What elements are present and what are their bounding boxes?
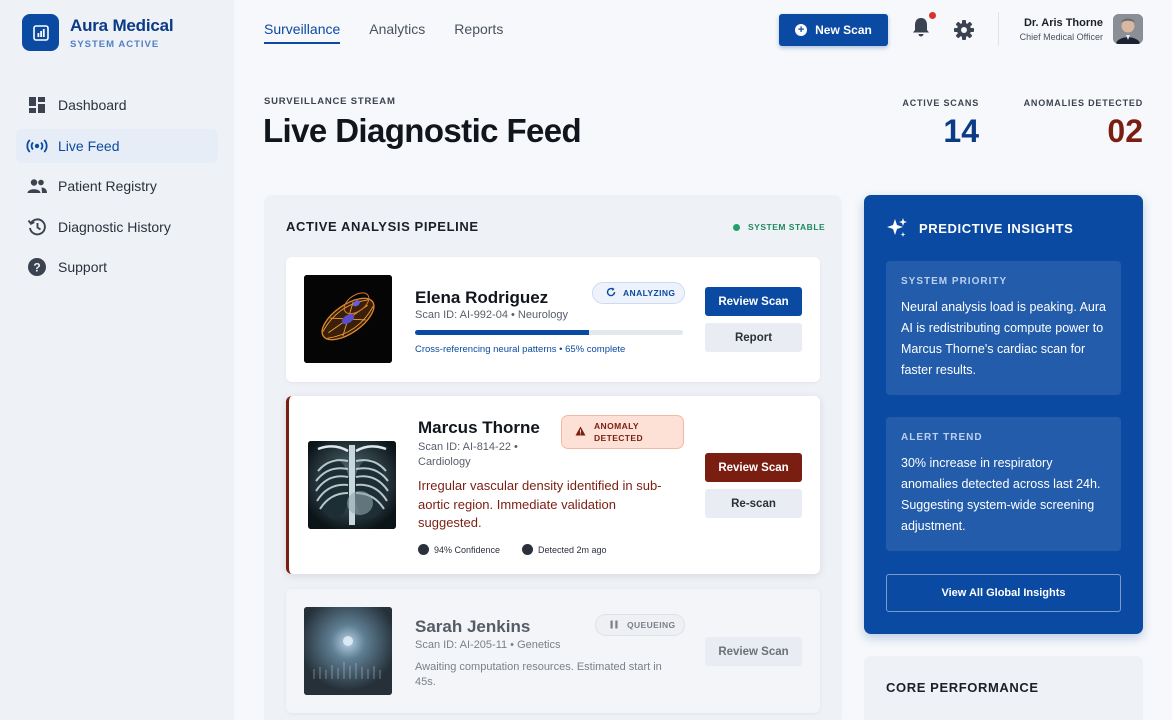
tab-surveillance[interactable]: Surveillance xyxy=(264,0,341,44)
scan-meta: Scan ID: AI-205-11 • Genetics xyxy=(415,639,561,651)
gear-icon[interactable] xyxy=(953,19,975,41)
report-button[interactable]: Report xyxy=(705,323,802,352)
sidebar-item-support[interactable]: ? Support xyxy=(16,250,218,284)
chest-xray-thumbnail xyxy=(308,441,396,529)
dashboard-icon xyxy=(26,94,48,116)
clock-icon xyxy=(522,544,533,555)
review-scan-button[interactable]: Review Scan xyxy=(705,637,802,666)
scan-meta-dept: Cardiology xyxy=(418,456,471,468)
predictive-insights-panel: PREDICTIVE INSIGHTS SYSTEM PRIORITY Neur… xyxy=(864,195,1143,634)
notifications-bell-icon[interactable] xyxy=(910,16,932,38)
sidebar: Aura Medical SYSTEM ACTIVE Dashboard Liv… xyxy=(0,0,234,720)
sidebar-item-live-feed[interactable]: Live Feed xyxy=(16,128,218,163)
sidebar-item-label: Patient Registry xyxy=(58,178,157,194)
view-all-insights-button[interactable]: View All Global Insights xyxy=(886,574,1121,612)
brand-status: SYSTEM ACTIVE xyxy=(70,38,160,50)
insight-system-priority: SYSTEM PRIORITY Neural analysis load is … xyxy=(886,261,1121,395)
brand-logo-icon xyxy=(22,14,59,51)
scan-card-sarah[interactable]: Sarah Jenkins Scan ID: AI-205-11 • Genet… xyxy=(286,589,820,713)
svg-text:?: ? xyxy=(33,261,40,275)
review-scan-button[interactable]: Review Scan xyxy=(705,453,802,482)
analysis-progress-bar xyxy=(415,330,683,335)
status-dot-icon xyxy=(733,223,740,231)
status-badge-label: ANALYZING xyxy=(623,288,676,298)
status-badge-label: QUEUEING xyxy=(627,620,676,630)
genetic-scan-thumbnail xyxy=(304,607,392,695)
sidebar-item-label: Support xyxy=(58,259,108,275)
system-status: SYSTEM STABLE xyxy=(733,222,825,232)
review-scan-button[interactable]: Review Scan xyxy=(705,287,802,316)
warning-icon xyxy=(575,426,586,438)
core-performance-title: CORE PERFORMANCE xyxy=(886,680,1039,695)
scan-card-marcus[interactable]: Marcus Thorne Scan ID: AI-814-22 • Cardi… xyxy=(286,396,820,574)
anomaly-description: Irregular vascular density identified in… xyxy=(418,478,662,530)
core-performance-panel: CORE PERFORMANCE xyxy=(864,656,1143,720)
user-role: Chief Medical Officer xyxy=(1019,32,1103,42)
insight-text: Neural analysis load is peaking. Aura AI… xyxy=(901,300,1106,377)
pause-icon xyxy=(610,620,618,631)
brand-name: Aura Medical xyxy=(70,15,174,35)
sparkle-icon xyxy=(886,217,908,244)
active-scans-label: ACTIVE SCANS xyxy=(902,98,979,108)
new-scan-button[interactable]: + New Scan xyxy=(779,14,888,46)
system-status-label: SYSTEM STABLE xyxy=(748,222,826,232)
scan-meta-id: Scan ID: AI-814-22 • xyxy=(418,441,518,453)
queue-note: Awaiting computation resources. Estimate… xyxy=(415,661,662,688)
analysis-pipeline-panel: ACTIVE ANALYSIS PIPELINE SYSTEM STABLE E… xyxy=(264,195,842,720)
sidebar-item-diagnostic-history[interactable]: Diagnostic History xyxy=(16,210,218,244)
rescan-button[interactable]: Re-scan xyxy=(705,489,802,518)
sidebar-nav: Dashboard Live Feed Patient Registry Dia… xyxy=(16,88,218,291)
patient-name: Marcus Thorne xyxy=(418,418,540,437)
anomalies-value: 02 xyxy=(1107,113,1143,149)
patient-name: Sarah Jenkins xyxy=(415,617,531,636)
new-scan-label: New Scan xyxy=(815,23,872,37)
notification-dot xyxy=(929,12,936,19)
anomaly-badge: ANOMALY DETECTED xyxy=(561,415,684,449)
confidence-indicator: 94% Confidence xyxy=(418,544,500,555)
anomaly-badge-line1: ANOMALY xyxy=(594,421,639,431)
status-badge: QUEUEING xyxy=(595,614,685,636)
progress-fill xyxy=(415,330,590,335)
plus-icon: + xyxy=(795,24,808,36)
sidebar-item-label: Dashboard xyxy=(58,97,127,113)
neuron-scan-thumbnail xyxy=(304,275,392,363)
broadcast-icon xyxy=(26,135,48,157)
active-scans-value: 14 xyxy=(943,113,979,149)
users-icon xyxy=(26,175,48,197)
sidebar-item-label: Live Feed xyxy=(58,137,120,154)
insight-label: SYSTEM PRIORITY xyxy=(901,276,1008,287)
anomaly-badge-line2: DETECTED xyxy=(594,433,644,443)
insight-alert-trend: ALERT TREND 30% increase in respiratory … xyxy=(886,417,1121,551)
page-title: Live Diagnostic Feed xyxy=(263,112,582,149)
anomalies-label: ANOMALIES DETECTED xyxy=(1023,98,1143,108)
scan-card-elena[interactable]: Elena Rodriguez Scan ID: AI-992-04 • Neu… xyxy=(286,257,820,382)
detected-time: Detected 2m ago xyxy=(522,544,607,555)
tab-analytics[interactable]: Analytics xyxy=(369,0,425,44)
history-icon xyxy=(26,216,48,238)
status-badge: ANALYZING xyxy=(592,282,685,304)
confidence-label: 94% Confidence xyxy=(434,544,501,555)
insights-title: PREDICTIVE INSIGHTS xyxy=(919,221,1074,236)
sidebar-item-dashboard[interactable]: Dashboard xyxy=(16,88,218,122)
page-eyebrow: SURVEILLANCE STREAM xyxy=(264,96,396,107)
user-name: Dr. Aris Thorne xyxy=(1023,17,1103,29)
top-nav: Surveillance Analytics Reports xyxy=(264,0,532,60)
brand[interactable]: Aura Medical SYSTEM ACTIVE xyxy=(22,14,174,51)
scan-meta: Scan ID: AI-992-04 • Neurology xyxy=(415,309,569,321)
sidebar-item-label: Diagnostic History xyxy=(58,218,171,235)
help-icon: ? xyxy=(26,256,48,278)
insight-text: 30% increase in respiratory anomalies de… xyxy=(901,456,1101,533)
patient-name: Elena Rodriguez xyxy=(415,288,549,307)
pipeline-title: ACTIVE ANALYSIS PIPELINE xyxy=(286,219,479,234)
avatar[interactable] xyxy=(1113,14,1143,44)
refresh-icon xyxy=(606,287,616,299)
insight-label: ALERT TREND xyxy=(901,432,983,443)
progress-note: Cross-referencing neural patterns • 65% … xyxy=(415,344,626,355)
tab-reports[interactable]: Reports xyxy=(454,0,503,44)
sidebar-item-patient-registry[interactable]: Patient Registry xyxy=(16,169,218,203)
detected-time-label: Detected 2m ago xyxy=(538,544,607,555)
confidence-icon xyxy=(418,544,429,555)
